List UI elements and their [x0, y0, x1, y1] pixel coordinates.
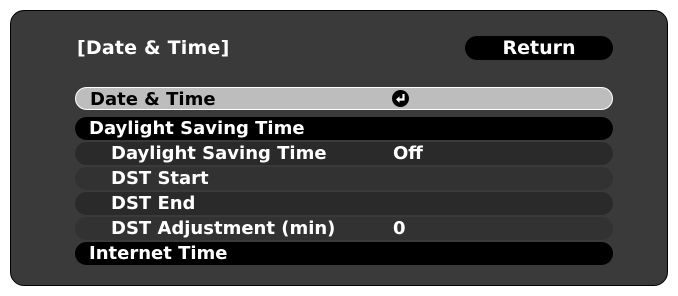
menu-item-date-time[interactable]: Date & Time	[75, 87, 613, 110]
menu-title: [Date & Time]	[77, 37, 230, 59]
menu-item-value: 0	[393, 218, 406, 239]
menu-item-daylight-saving-time[interactable]: Daylight Saving Time	[75, 117, 613, 140]
menu-item-label: DST End	[111, 193, 196, 214]
menu-item-label: DST Start	[111, 168, 209, 189]
return-button[interactable]: Return	[465, 36, 613, 60]
menu-item-label: DST Adjustment (min)	[111, 218, 336, 239]
enter-icon	[392, 90, 409, 107]
menu-item-label: Daylight Saving Time	[111, 143, 327, 164]
menu-item-value: Off	[393, 143, 423, 164]
menu-item-label: Daylight Saving Time	[89, 118, 305, 139]
menu-item-dst-end[interactable]: DST End	[75, 192, 613, 215]
menu-item-internet-time[interactable]: Internet Time	[75, 242, 613, 265]
menu-item-dst-adjustment[interactable]: DST Adjustment (min) 0	[75, 217, 613, 240]
menu-item-label: Date & Time	[90, 89, 216, 110]
menu-screen: [Date & Time] Return Date & Time Dayligh…	[10, 10, 668, 286]
menu-item-dst-start[interactable]: DST Start	[75, 167, 613, 190]
menu-item-label: Internet Time	[89, 243, 228, 264]
menu-item-daylight-saving-time-setting[interactable]: Daylight Saving Time Off	[75, 142, 613, 165]
